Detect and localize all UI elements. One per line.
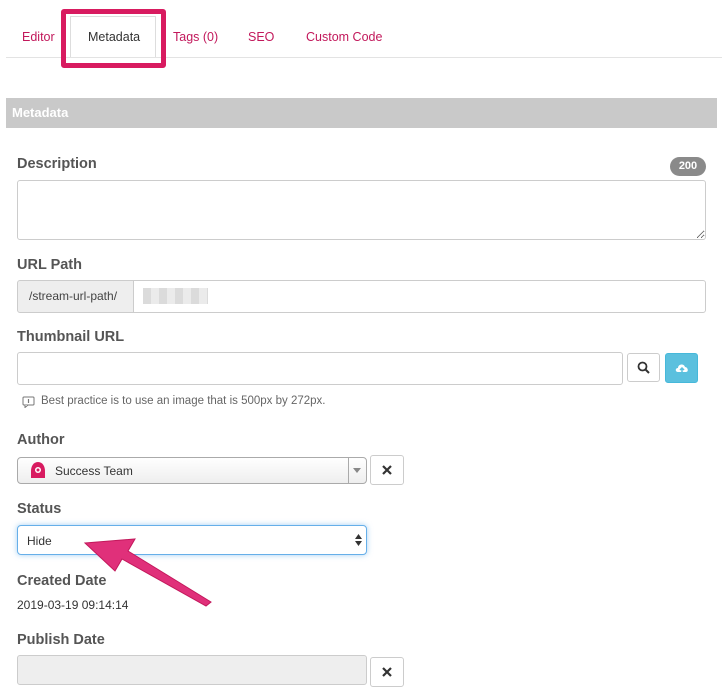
tab-bar-divider [6, 57, 722, 58]
description-label: Description [17, 156, 97, 172]
publish-date-clear-button[interactable] [370, 657, 404, 687]
tab-custom-code[interactable]: Custom Code [306, 30, 382, 44]
tab-metadata[interactable]: Metadata [88, 30, 140, 44]
chevron-down-icon [353, 468, 361, 473]
tab-editor[interactable]: Editor [22, 30, 55, 44]
upload-cloud-icon [675, 363, 688, 374]
arrow-annotation [83, 538, 212, 607]
clear-x-icon [382, 667, 392, 677]
thumbnail-url-input[interactable] [17, 352, 623, 385]
clear-x-icon [382, 465, 392, 475]
select-arrows-icon [355, 534, 362, 546]
character-counter-badge: 200 [670, 157, 706, 176]
search-icon [637, 361, 650, 374]
url-path-input[interactable] [133, 280, 706, 313]
tab-seo[interactable]: SEO [248, 30, 274, 44]
status-selected-value: Hide [27, 534, 52, 548]
author-clear-button[interactable] [370, 455, 404, 485]
panel-header: Metadata [6, 98, 717, 128]
url-path-value-redacted [143, 288, 208, 304]
author-label: Author [17, 432, 65, 448]
thumbnail-upload-button[interactable] [665, 353, 698, 383]
thumbnail-search-button[interactable] [627, 353, 660, 382]
author-selected-value: Success Team [55, 464, 133, 478]
description-textarea[interactable] [17, 180, 706, 240]
avatar-icon [31, 462, 45, 478]
url-path-prefix: /stream-url-path/ [17, 280, 134, 313]
info-icon [22, 396, 35, 408]
publish-date-input[interactable] [17, 655, 367, 685]
thumbnail-url-label: Thumbnail URL [17, 329, 125, 345]
tab-tags[interactable]: Tags (0) [173, 30, 218, 44]
author-select[interactable]: Success Team [17, 457, 367, 484]
publish-date-label: Publish Date [17, 632, 105, 648]
status-label: Status [17, 501, 62, 517]
thumbnail-hint-text: Best practice is to use an image that is… [41, 395, 326, 407]
url-path-label: URL Path [17, 257, 82, 273]
author-dropdown-toggle[interactable] [348, 458, 366, 483]
